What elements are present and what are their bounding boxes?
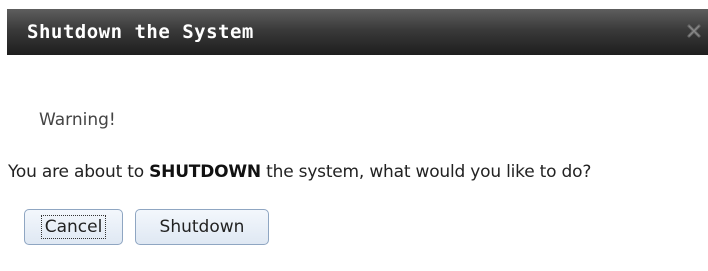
shutdown-dialog: Shutdown the System Warning! You are abo… xyxy=(0,0,708,271)
dialog-titlebar[interactable]: Shutdown the System xyxy=(7,9,708,55)
cancel-button[interactable]: Cancel xyxy=(24,209,123,245)
shutdown-button[interactable]: Shutdown xyxy=(135,209,269,245)
shutdown-button-label: Shutdown xyxy=(159,217,245,237)
message-prefix: You are about to xyxy=(8,162,150,182)
close-icon[interactable] xyxy=(685,22,703,40)
message-emphasis: SHUTDOWN xyxy=(149,162,261,182)
warning-label: Warning! xyxy=(39,110,116,130)
dialog-title: Shutdown the System xyxy=(27,21,254,43)
shutdown-message: You are about to SHUTDOWN the system, wh… xyxy=(8,162,591,182)
cancel-button-label: Cancel xyxy=(40,215,107,239)
message-suffix: the system, what would you like to do? xyxy=(260,162,592,182)
